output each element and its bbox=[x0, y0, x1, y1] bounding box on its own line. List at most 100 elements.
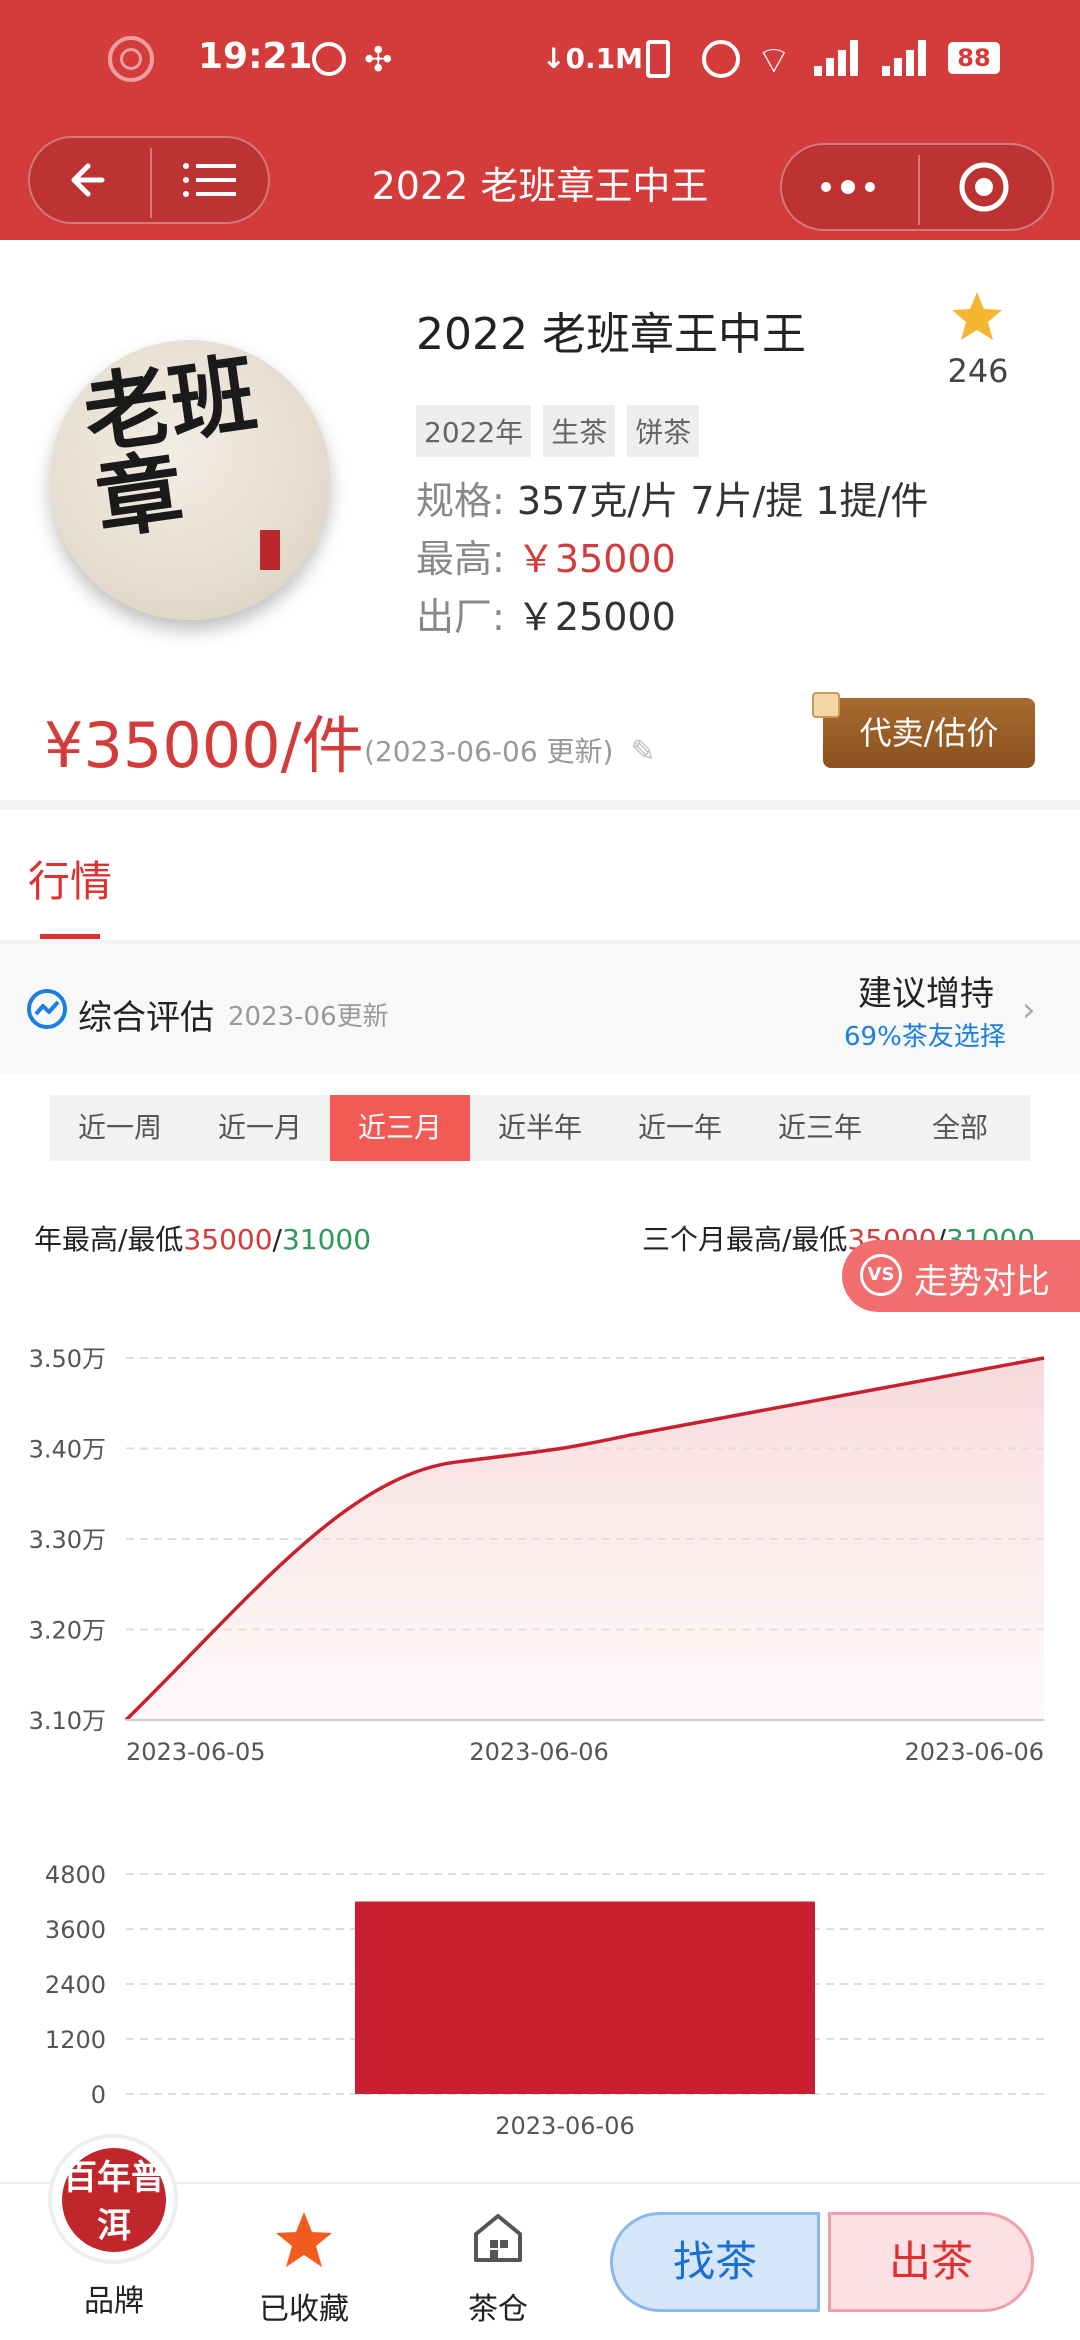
brand-logo[interactable]: 百年普洱 bbox=[48, 2134, 178, 2264]
consign-button[interactable]: 代卖/估价 bbox=[823, 698, 1035, 768]
high-label: 最高: bbox=[416, 537, 505, 581]
current-price: ¥35000/件 bbox=[44, 709, 364, 782]
year-high-low: 年最高/最低35000/31000 bbox=[34, 1223, 372, 1256]
menu-button[interactable] bbox=[152, 138, 270, 222]
tag-type: 生茶 bbox=[543, 405, 616, 457]
tab-market-underline bbox=[40, 934, 100, 939]
tab-market[interactable]: 行情 bbox=[28, 848, 112, 909]
tag-shape: 饼茶 bbox=[627, 405, 700, 457]
range-half-year[interactable]: 近半年 bbox=[470, 1095, 610, 1161]
y-tick-label: 0 bbox=[91, 2081, 106, 2109]
nav-brand-label[interactable]: 品牌 bbox=[34, 2276, 194, 2320]
clock: 19:21 bbox=[198, 36, 313, 77]
product-image[interactable]: 老班章 bbox=[50, 340, 330, 620]
more-button[interactable] bbox=[782, 145, 918, 229]
range-week[interactable]: 近一周 bbox=[50, 1095, 190, 1161]
y-tick-label: 2400 bbox=[45, 1971, 106, 1999]
find-tea-label: 找茶 bbox=[672, 2237, 757, 2286]
volume-bar bbox=[355, 1901, 815, 2094]
volume-bar-chart: 4800 3600 2400 1200 0 2023-06-06 bbox=[45, 1861, 1044, 2140]
compare-trend-button[interactable]: VS 走势对比 bbox=[842, 1240, 1080, 1312]
gift-box-icon bbox=[812, 692, 840, 718]
signal-icon-2 bbox=[882, 40, 926, 76]
year-high: 35000 bbox=[183, 1223, 273, 1256]
y-tick-label: 4800 bbox=[45, 1861, 106, 1889]
battery-icon: 88 bbox=[948, 42, 1000, 74]
unicom-icon: ✣ bbox=[364, 40, 393, 80]
factory-value: ￥25000 bbox=[516, 595, 676, 639]
high-value: ￥35000 bbox=[516, 537, 676, 581]
signal-icon-1 bbox=[814, 40, 858, 76]
suggestion-title: 建议增持 bbox=[858, 974, 994, 1014]
chevron-right-icon: › bbox=[1022, 990, 1036, 1030]
price-area bbox=[126, 1358, 1044, 1720]
alarm-icon bbox=[702, 40, 740, 78]
y-tick-label: 3.40万 bbox=[29, 1436, 106, 1464]
spec-label: 规格: bbox=[416, 479, 505, 523]
target-icon bbox=[959, 162, 1009, 212]
x-tick-label: 2023-06-06 bbox=[469, 1738, 608, 1766]
red-seal-icon bbox=[260, 530, 280, 570]
y-tick-label: 1200 bbox=[45, 2026, 106, 2054]
record-icon bbox=[108, 36, 154, 82]
vibrate-icon bbox=[646, 40, 670, 78]
evaluation-date: 2023-06更新 bbox=[228, 1002, 389, 1032]
top-bar: 19:21 ✣ ↓0.1M ⌔ 88 2022 老班章王中王 bbox=[0, 0, 1080, 240]
price-update-note: (2023-06-06 更新) ✎ bbox=[364, 730, 656, 770]
year-hl-label: 年最高/最低 bbox=[34, 1223, 184, 1256]
range-three-months[interactable]: 近三月 bbox=[330, 1095, 470, 1161]
more-dots-icon bbox=[821, 180, 875, 194]
trend-circle-icon bbox=[27, 989, 67, 1029]
spec-row: 规格: 357克/片 7片/提 1提/件 bbox=[416, 470, 928, 525]
favorite-star-button[interactable] bbox=[948, 288, 1006, 346]
back-arrow-icon bbox=[71, 163, 105, 197]
nav-warehouse[interactable]: 茶仓 bbox=[418, 2202, 578, 2332]
nav-favorites[interactable]: 已收藏 bbox=[224, 2202, 384, 2332]
product-card: 老班章 2022 老班章王中王 246 2022年 生茶 饼茶 规格: 357克/片… bbox=[0, 240, 1080, 800]
favorites-count: 246 bbox=[947, 352, 1009, 390]
wifi-icon: ⌔ bbox=[756, 38, 792, 82]
q-hl-label: 三个月最高/最低 bbox=[642, 1223, 848, 1256]
tag-list: 2022年 生茶 饼茶 bbox=[416, 405, 711, 457]
back-button[interactable] bbox=[30, 138, 150, 222]
close-miniapp-button[interactable] bbox=[920, 145, 1054, 229]
x-tick-label: 2023-06-05 bbox=[126, 1738, 265, 1766]
carrier-icon bbox=[312, 42, 346, 76]
y-tick-label: 3600 bbox=[45, 1916, 106, 1944]
y-tick-label: 3.30万 bbox=[29, 1526, 106, 1554]
evaluation-row[interactable]: 综合评估 2023-06更新 建议增持 69%茶友选择 › bbox=[0, 944, 1080, 1074]
brand-seal-icon: 百年普洱 bbox=[62, 2148, 166, 2252]
range-three-years[interactable]: 近三年 bbox=[750, 1095, 890, 1161]
price-line-chart: 3.50万 3.40万 3.30万 3.20万 3.10万 2023-06-05 2023-… bbox=[29, 1345, 1045, 1766]
sell-tea-button[interactable]: 出茶 bbox=[828, 2212, 1034, 2312]
net-speed: ↓0.1M bbox=[542, 42, 643, 75]
edit-icon[interactable]: ✎ bbox=[630, 734, 655, 769]
y-tick-label: 3.50万 bbox=[29, 1345, 106, 1373]
product-name: 2022 老班章王中王 bbox=[416, 309, 806, 360]
warehouse-icon bbox=[474, 2214, 522, 2262]
find-tea-button[interactable]: 找茶 bbox=[610, 2212, 820, 2312]
vs-icon: VS bbox=[860, 1254, 902, 1296]
product-image-calligraphy: 老班章 bbox=[77, 342, 263, 553]
sell-tea-label: 出茶 bbox=[888, 2237, 973, 2286]
evaluation-label: 综合评估 bbox=[78, 998, 214, 1038]
factory-label: 出厂: bbox=[416, 595, 505, 639]
suggestion-sub: 69%茶友选择 bbox=[844, 1022, 1006, 1052]
capsule-right bbox=[780, 143, 1054, 231]
range-all[interactable]: 全部 bbox=[890, 1095, 1030, 1161]
nav-favorites-label: 已收藏 bbox=[259, 2292, 349, 2327]
range-selector: 近一周 近一月 近三月 近半年 近一年 近三年 全部 bbox=[50, 1095, 1030, 1161]
range-month[interactable]: 近一月 bbox=[190, 1095, 330, 1161]
y-tick-label: 3.10万 bbox=[29, 1707, 106, 1735]
x-tick-label: 2023-06-06 bbox=[905, 1738, 1044, 1766]
price-update-text: (2023-06-06 更新) bbox=[364, 735, 614, 768]
range-year[interactable]: 近一年 bbox=[610, 1095, 750, 1161]
x-tick-label: 2023-06-06 bbox=[495, 2112, 634, 2140]
orange-star-icon bbox=[276, 2212, 332, 2267]
compare-trend-label: 走势对比 bbox=[914, 1262, 1050, 1302]
divider bbox=[0, 800, 1080, 810]
page-title: 2022 老班章王中王 bbox=[371, 164, 709, 208]
year-low: 31000 bbox=[281, 1223, 372, 1256]
y-tick-label: 3.20万 bbox=[29, 1617, 106, 1645]
menu-list-icon bbox=[183, 163, 236, 197]
